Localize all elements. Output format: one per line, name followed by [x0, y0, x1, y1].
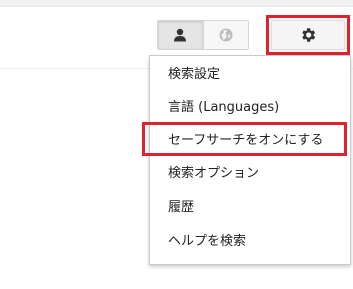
- menu-item-search-settings[interactable]: 検索設定: [168, 65, 220, 85]
- gear-icon: [302, 28, 316, 42]
- settings-menu: 検索設定 言語 (Languages) セーフサーチをオンにする 検索オプション…: [149, 55, 351, 265]
- menu-item-history[interactable]: 履歴: [168, 198, 194, 218]
- settings-button-inner[interactable]: [271, 20, 345, 50]
- person-icon: [174, 28, 187, 42]
- top-bar: [0, 0, 353, 7]
- person-view-button[interactable]: [158, 21, 203, 49]
- view-toggle: [157, 20, 249, 50]
- globe-icon: [219, 28, 233, 42]
- menu-item-languages[interactable]: 言語 (Languages): [168, 98, 279, 118]
- menu-item-search-options[interactable]: 検索オプション: [168, 164, 259, 184]
- globe-view-button[interactable]: [202, 21, 248, 49]
- safesearch-highlight: [142, 122, 347, 156]
- settings-button[interactable]: [266, 15, 350, 55]
- menu-item-help[interactable]: ヘルプを検索: [168, 232, 246, 252]
